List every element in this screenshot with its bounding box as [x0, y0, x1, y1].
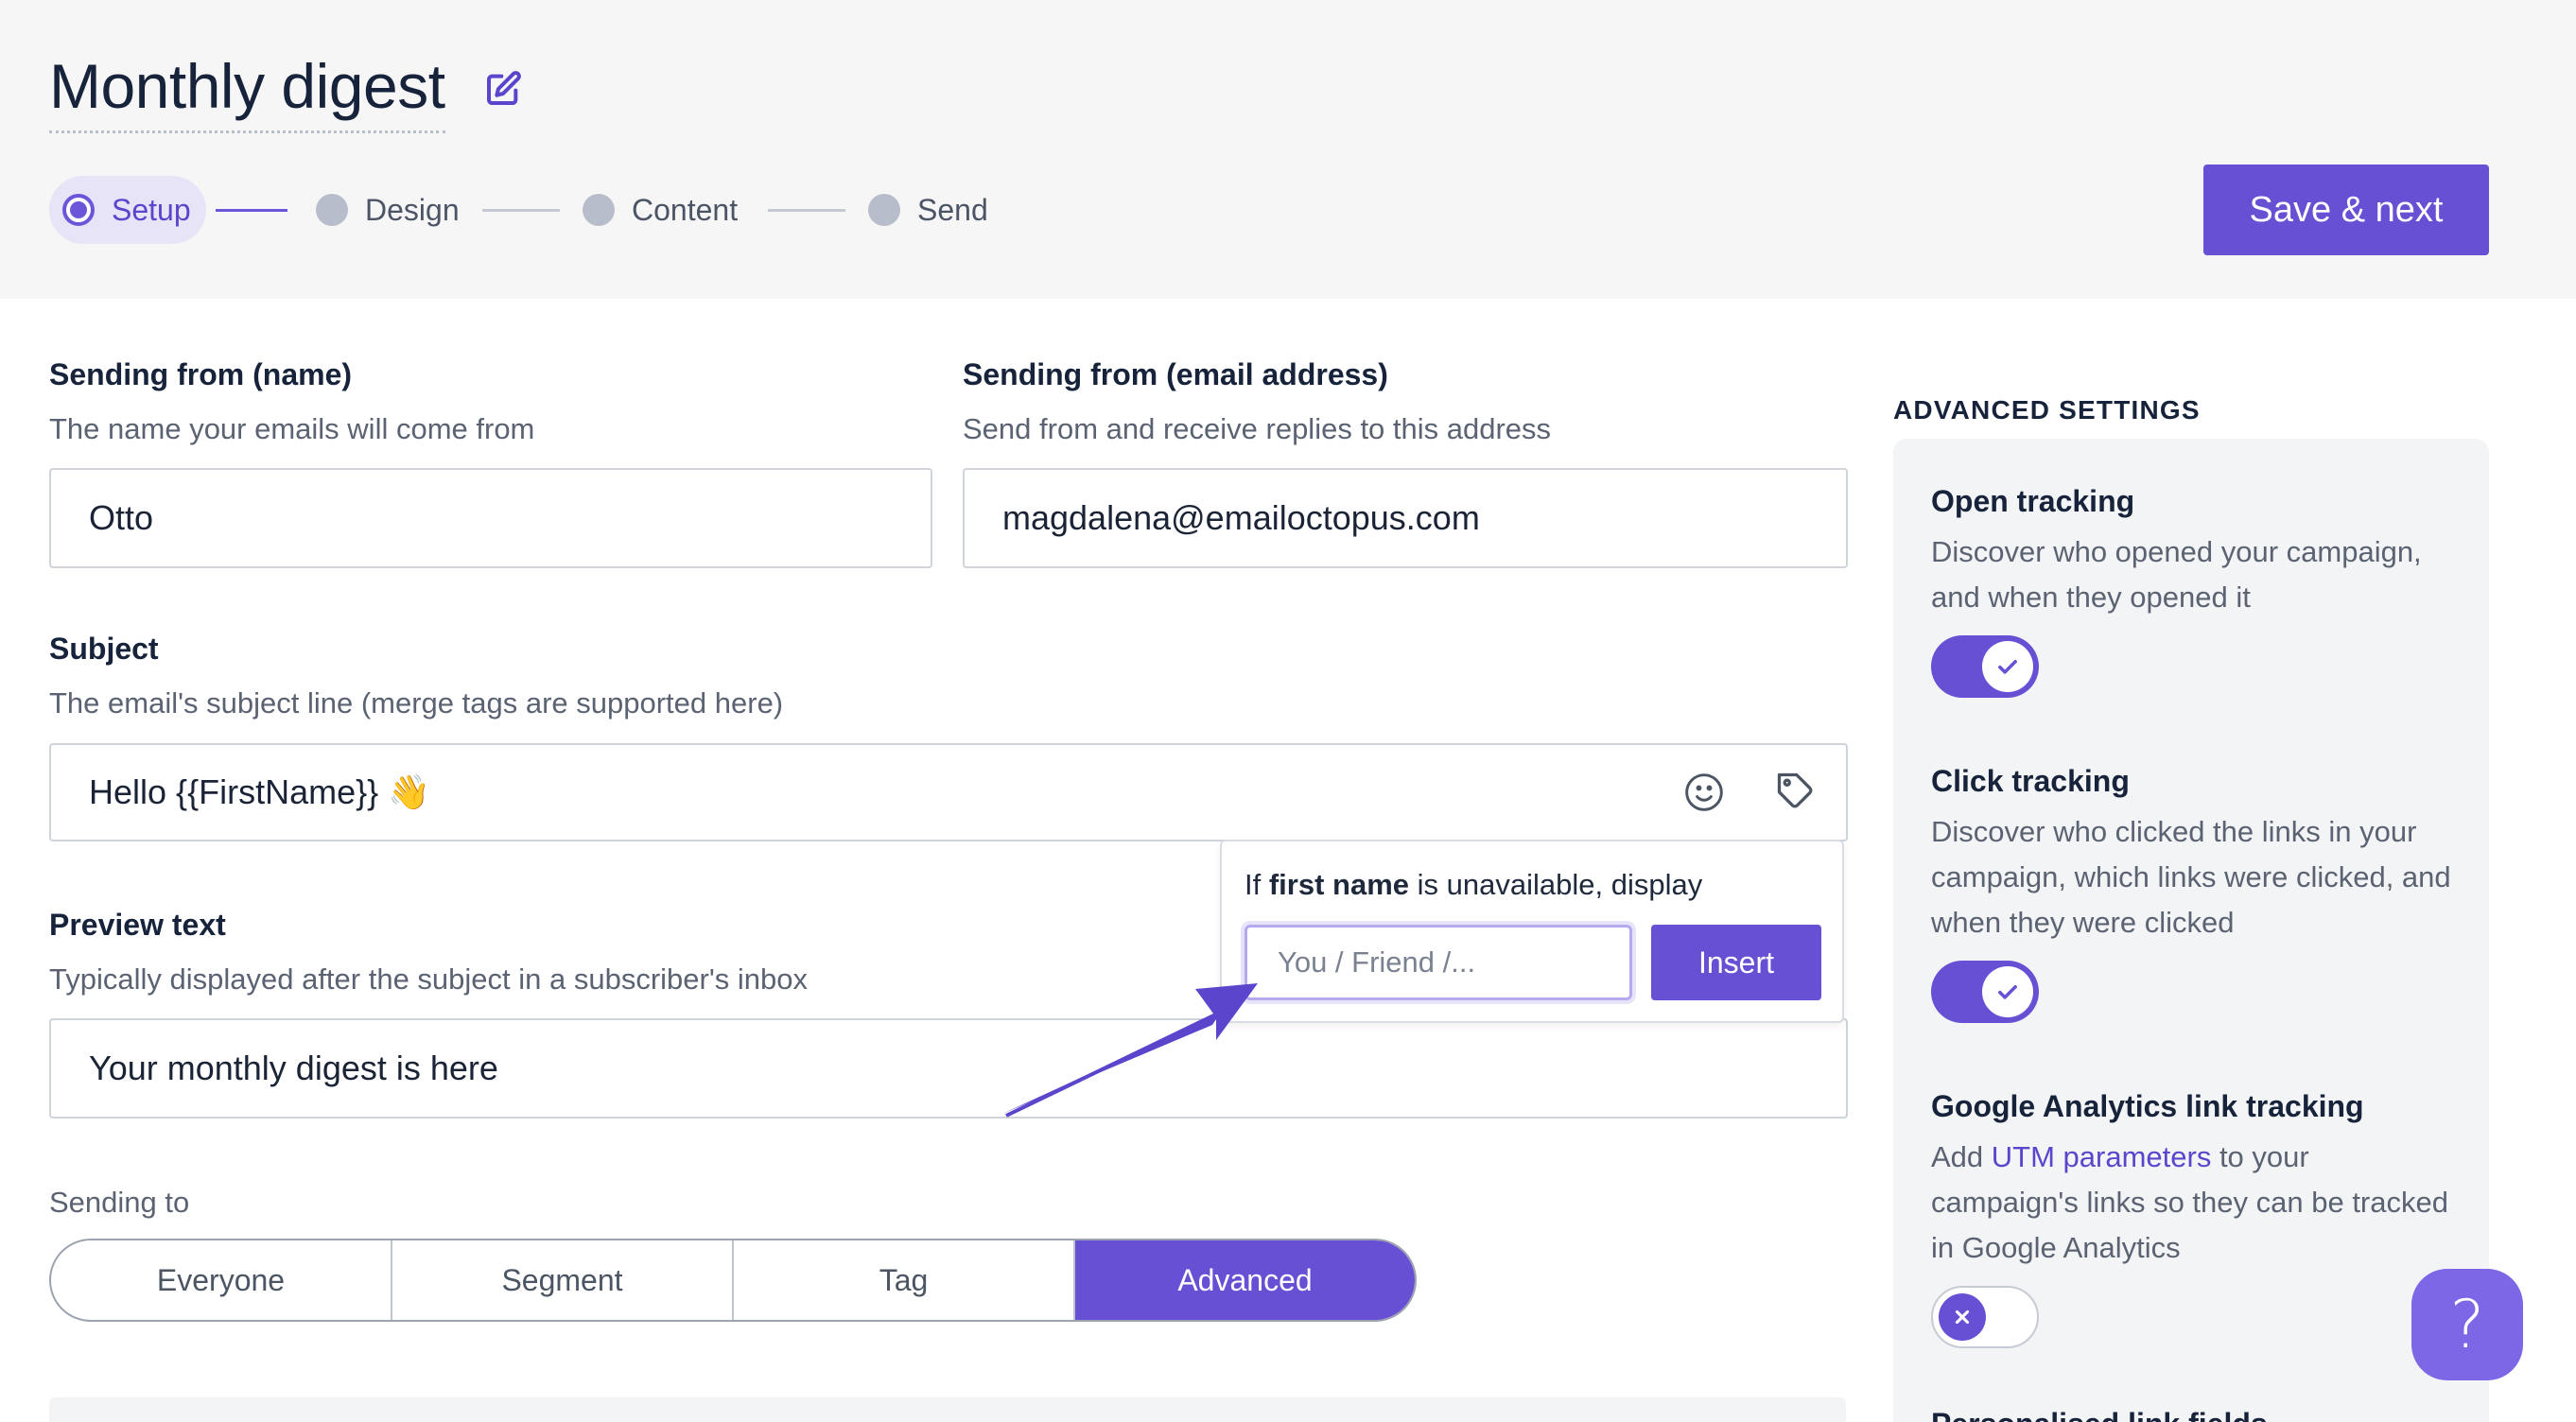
subject-input[interactable]: Hello {{FirstName}} 👋 — [49, 743, 1848, 841]
ga-tracking-toggle[interactable] — [1931, 1286, 2039, 1348]
preview-text-help: Typically displayed after the subject in… — [49, 962, 808, 996]
open-tracking-toggle[interactable] — [1931, 635, 2039, 698]
click-tracking-toggle[interactable] — [1931, 961, 2039, 1023]
ga-tracking-desc: Add UTM parameters to your campaign's li… — [1931, 1135, 2461, 1271]
step-connector — [216, 209, 287, 212]
option-tag[interactable]: Tag — [734, 1240, 1075, 1320]
from-name-value: Otto — [89, 498, 154, 537]
preview-text-input[interactable]: Your monthly digest is here — [49, 1018, 1848, 1119]
annotation-arrow-icon — [1002, 983, 1258, 1118]
from-name-help: The name your emails will come from — [49, 412, 535, 445]
from-name-input[interactable]: Otto — [49, 468, 932, 568]
check-icon — [1982, 641, 2033, 692]
page-title: Monthly digest — [49, 45, 445, 133]
step-dot-active — [62, 194, 95, 226]
insert-button[interactable]: Insert — [1651, 925, 1821, 1000]
option-advanced[interactable]: Advanced — [1075, 1240, 1415, 1320]
edit-icon[interactable] — [484, 70, 522, 108]
step-dot — [316, 194, 348, 226]
help-button[interactable]: ? — [2411, 1269, 2523, 1380]
ga-desc-prefix: Add — [1931, 1140, 1992, 1173]
step-label: Design — [365, 192, 460, 227]
step-design[interactable]: Design — [316, 176, 460, 244]
tag-icon[interactable] — [1774, 770, 1816, 811]
check-icon — [1982, 966, 2033, 1017]
step-label: Content — [632, 192, 739, 227]
step-content[interactable]: Content — [583, 176, 738, 244]
step-connector — [482, 209, 560, 212]
next-section-strip — [49, 1397, 1846, 1422]
ga-tracking-title: Google Analytics link tracking — [1931, 1089, 2364, 1123]
sending-to-segmented-control: Everyone Segment Tag Advanced — [49, 1239, 1417, 1322]
close-icon — [1939, 1293, 1986, 1341]
progress-stepper: Setup Design Content Send — [49, 176, 1089, 244]
popup-text-prefix: If — [1244, 868, 1269, 901]
click-tracking-desc: Discover who clicked the links in your c… — [1931, 815, 2451, 939]
step-connector — [768, 209, 845, 212]
from-email-label: Sending from (email address) — [963, 357, 1388, 391]
popup-text-suffix: is unavailable, display — [1409, 868, 1703, 901]
click-tracking-title: Click tracking — [1931, 764, 2130, 798]
from-email-input[interactable]: magdalena@emailoctopus.com — [963, 468, 1848, 568]
preview-text-label: Preview text — [49, 908, 226, 942]
popup-field-name: first name — [1268, 868, 1410, 901]
step-setup[interactable]: Setup — [49, 176, 206, 244]
step-label: Send — [917, 192, 988, 227]
from-email-help: Send from and receive replies to this ad… — [963, 412, 1552, 445]
step-dot — [583, 194, 615, 226]
utm-parameters-link[interactable]: UTM parameters — [1992, 1140, 2212, 1173]
from-email-value: magdalena@emailoctopus.com — [1002, 498, 1480, 537]
fallback-text-field[interactable] — [1278, 945, 1629, 980]
from-name-label: Sending from (name) — [49, 357, 353, 391]
sending-to-label: Sending to — [49, 1186, 190, 1219]
preview-text-value: Your monthly digest is here — [89, 1049, 498, 1087]
open-tracking-desc: Discover who opened your campaign, and w… — [1931, 535, 2422, 614]
step-send[interactable]: Send — [868, 176, 988, 244]
popup-description: If first name is unavailable, display — [1244, 868, 1702, 902]
advanced-settings-heading: ADVANCED SETTINGS — [1893, 395, 2201, 425]
personalised-link-fields-title: Personalised link fields — [1931, 1407, 2268, 1422]
subject-label: Subject — [49, 632, 159, 666]
smiley-icon[interactable] — [1683, 772, 1725, 813]
merge-tag-popup: If first name is unavailable, display In… — [1220, 840, 1844, 1023]
save-next-button[interactable]: Save & next — [2203, 165, 2489, 255]
option-everyone[interactable]: Everyone — [51, 1240, 392, 1320]
subject-help: The email's subject line (merge tags are… — [49, 686, 784, 720]
open-tracking-title: Open tracking — [1931, 484, 2135, 518]
step-label: Setup — [112, 192, 191, 227]
fallback-input[interactable] — [1244, 925, 1632, 1000]
subject-value: Hello {{FirstName}} 👋 — [89, 772, 430, 811]
step-dot — [868, 194, 900, 226]
option-segment[interactable]: Segment — [392, 1240, 734, 1320]
